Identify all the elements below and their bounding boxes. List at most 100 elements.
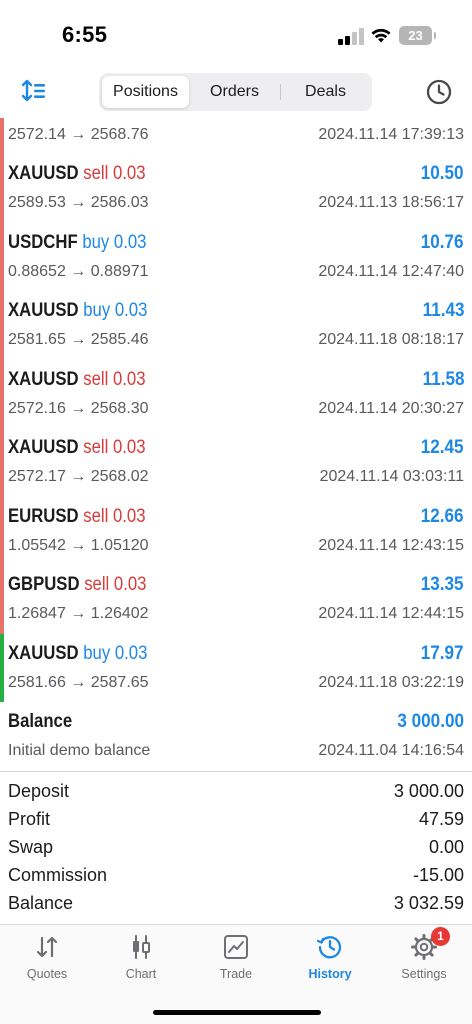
tab-label: History: [308, 967, 352, 981]
deal-profit: 13.35: [421, 574, 464, 595]
deal-profit: 10.76: [421, 231, 464, 253]
deal-action: buy 0.03: [82, 231, 147, 253]
summary-label: Swap: [8, 837, 54, 857]
list-item[interactable]: XAUUSD buy 0.03 11.43 2581.65 → 2585.46 …: [0, 291, 472, 360]
deal-symbol: XAUUSD sell 0.03: [8, 163, 146, 184]
deal-side-indicator: [0, 359, 4, 428]
deal-side-indicator: [0, 118, 4, 154]
tab-orders[interactable]: Orders: [191, 76, 278, 108]
tab-settings[interactable]: 1 Settings: [377, 927, 471, 989]
tab-chart[interactable]: Chart: [94, 933, 188, 989]
tab-label: Trade: [219, 967, 253, 981]
tab-label: Chart: [125, 967, 157, 981]
deal-side-indicator: [0, 633, 4, 702]
deal-prices: 2589.53 → 2586.03: [8, 194, 149, 211]
deal-symbol: XAUUSD sell 0.03: [8, 437, 146, 458]
list-item[interactable]: EURUSD sell 0.03 12.66 1.05542 → 1.05120…: [0, 496, 472, 565]
balance-amount: 3 000.00: [397, 711, 464, 732]
summary-deposit: Deposit 3 000.00: [0, 778, 472, 806]
deal-prices: 1.26847 → 1.26402: [8, 605, 149, 622]
deal-prices: 1.05542 → 1.05120: [8, 536, 149, 554]
deal-symbol: EURUSD sell 0.03: [8, 505, 146, 527]
home-indicator: [153, 1010, 321, 1015]
deal-symbol: GBPUSD sell 0.03: [8, 574, 147, 595]
deal-side-indicator: [0, 565, 4, 634]
summary-profit: Profit 47.59: [0, 806, 472, 834]
status-time: 6:55: [62, 22, 108, 47]
tab-positions[interactable]: Positions: [102, 76, 189, 108]
deal-action: sell 0.03: [83, 437, 146, 458]
deal-profit: 11.58: [422, 368, 464, 390]
summary-value: 0.00: [428, 837, 464, 857]
clock-icon[interactable]: [425, 78, 453, 106]
deal-prices: 0.88652 → 0.88971: [8, 262, 149, 280]
history-toolbar: Positions Orders Deals: [0, 70, 472, 114]
tab-label: Settings: [401, 967, 447, 981]
summary-divider: [0, 771, 472, 772]
summary-label: Profit: [8, 809, 51, 829]
deal-action: sell 0.03: [83, 368, 146, 390]
summary-swap: Swap 0.00: [0, 834, 472, 862]
deal-symbol: XAUUSD sell 0.03: [8, 368, 146, 390]
deal-time: 2024.11.18 03:22:19: [318, 673, 464, 691]
balance-title: Balance: [8, 711, 73, 732]
list-item[interactable]: XAUUSD sell 0.03 12.45 2572.17 → 2568.02…: [0, 428, 472, 497]
summary-commission: Commission -15.00: [0, 862, 472, 890]
deal-profit: 10.50: [421, 163, 464, 184]
summary-label: Balance: [8, 893, 74, 913]
deal-time: 2024.11.14 12:47:40: [318, 262, 464, 280]
deal-prices: 2572.16 → 2568.30: [8, 399, 149, 417]
deal-time: 2024.11.14 12:43:15: [318, 536, 464, 554]
list-item[interactable]: GBPUSD sell 0.03 13.35 1.26847 → 1.26402…: [0, 565, 472, 634]
summary-value: 3 000.00: [393, 781, 464, 801]
chart-icon: [133, 935, 150, 959]
deal-time: 2024.11.14 20:30:27: [318, 399, 464, 417]
deal-action: buy 0.03: [83, 642, 148, 664]
balance-time: 2024.11.04 14:16:54: [318, 742, 464, 759]
deal-prices: 2572.14 → 2568.76: [8, 126, 149, 143]
summary-balance: Balance 3 032.59: [0, 890, 472, 918]
deal-action: sell 0.03: [83, 163, 146, 184]
deal-profit: 12.45: [421, 437, 464, 458]
deal-prices: 2581.65 → 2585.46: [8, 331, 149, 348]
balance-comment: Initial demo balance: [8, 742, 151, 759]
deal-time: 2024.11.18 08:18:17: [318, 331, 464, 348]
deal-time: 2024.11.14 17:39:13: [318, 126, 464, 143]
deal-symbol: XAUUSD buy 0.03: [8, 642, 148, 664]
list-item[interactable]: XAUUSD buy 0.03 17.97 2581.66 → 2587.65 …: [0, 633, 472, 702]
tab-deals[interactable]: Deals: [282, 76, 369, 108]
list-item[interactable]: 2572.14 → 2568.76 2024.11.14 17:39:13: [0, 118, 472, 154]
cellular-signal-icon: [338, 27, 364, 45]
list-item[interactable]: XAUUSD sell 0.03 10.50 2589.53 → 2586.03…: [0, 154, 472, 223]
balance-row[interactable]: Balance 3 000.00 Initial demo balance 20…: [0, 702, 472, 771]
deal-side-indicator: [0, 222, 4, 291]
segmented-control: Positions Orders Deals: [99, 73, 372, 111]
deal-profit: 11.43: [422, 300, 464, 321]
summary-value: -15.00: [412, 865, 464, 885]
deal-side-indicator: [0, 428, 4, 497]
deal-side-indicator: [0, 291, 4, 360]
tab-history[interactable]: History: [283, 933, 377, 989]
list-item[interactable]: USDCHF buy 0.03 10.76 0.88652 → 0.88971 …: [0, 222, 472, 291]
summary-label: Commission: [8, 865, 108, 885]
tab-label: Quotes: [26, 967, 68, 981]
tab-quotes[interactable]: Quotes: [0, 933, 94, 989]
deal-side-indicator: [0, 496, 4, 565]
status-bar: 6:55 23: [0, 0, 472, 64]
deal-profit: 17.97: [421, 642, 464, 664]
deal-action: sell 0.03: [84, 574, 147, 595]
deal-prices: 2581.66 → 2587.65: [8, 673, 149, 691]
sort-icon[interactable]: [20, 77, 48, 105]
deal-action: sell 0.03: [83, 505, 146, 527]
deal-symbol: USDCHF buy 0.03: [8, 231, 147, 253]
tab-trade[interactable]: Trade: [189, 933, 283, 989]
tab-bar: Quotes Chart Trade History 1 Settings: [0, 924, 472, 1024]
trade-icon: [224, 935, 248, 959]
deal-prices: 2572.17 → 2568.02: [8, 468, 149, 485]
battery-icon: 23: [399, 26, 436, 45]
deal-profit: 12.66: [421, 505, 464, 527]
list-item[interactable]: XAUUSD sell 0.03 11.58 2572.16 → 2568.30…: [0, 359, 472, 428]
deal-side-indicator: [0, 154, 4, 223]
history-summary: Deposit 3 000.00 Profit 47.59 Swap 0.00 …: [0, 778, 472, 918]
deal-time: 2024.11.13 18:56:17: [318, 194, 464, 211]
